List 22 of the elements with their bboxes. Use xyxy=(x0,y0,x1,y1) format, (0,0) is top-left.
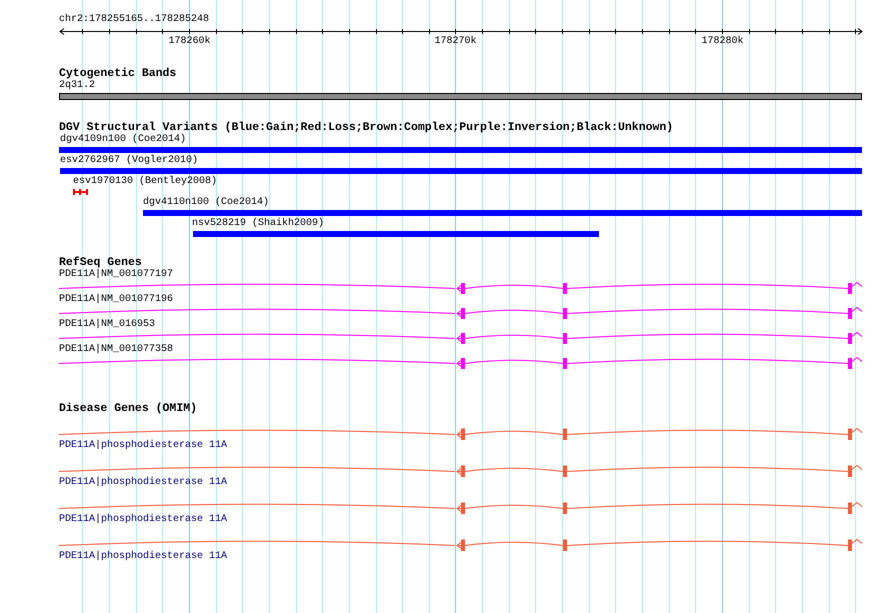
disease-gene-label: PDE11A|phosphodiesterase 11A xyxy=(59,551,228,563)
track-title: DGV Structural Variants (Blue:Gain;Red:Loss;Brown:Complex;Purple:Inversion;Black:Unknown) xyxy=(59,122,674,134)
track-title: Disease Genes (OMIM) xyxy=(59,403,198,415)
variant-label: esv2762967 (Vogler2010) xyxy=(60,155,198,167)
track-title: RefSeq Genes xyxy=(59,257,142,269)
disease-gene-label: PDE11A|phosphodiesterase 11A xyxy=(59,477,228,489)
tick-label: 178280k xyxy=(702,36,744,48)
transcript-label: PDE11A|NM_016953 xyxy=(59,319,156,331)
disease-gene-label: PDE11A|phosphodiesterase 11A xyxy=(59,440,228,452)
track-title: Cytogenetic Bands xyxy=(59,68,176,80)
transcript-label: PDE11A|NM_001077358 xyxy=(59,344,174,356)
disease-gene-label: PDE11A|phosphodiesterase 11A xyxy=(59,514,228,526)
variant-label: dgv4110n100 (Coe2014) xyxy=(143,197,270,209)
tick-label: 178260k xyxy=(168,36,211,48)
transcript-label: PDE11A|NM_001077196 xyxy=(59,294,174,306)
tick-label: 178270k xyxy=(434,36,477,48)
variant-label: nsv528219 (Shaikh2009) xyxy=(192,218,324,230)
variant-label: dgv4109n100 (Coe2014) xyxy=(60,134,186,146)
transcript-label: PDE11A|NM_001077197 xyxy=(59,269,174,281)
variant-label: esv1970130 (Bentley2008) xyxy=(73,176,218,188)
region-label: chr2:178255165..178285248 xyxy=(59,14,210,26)
band-label: 2q31.2 xyxy=(59,80,96,92)
